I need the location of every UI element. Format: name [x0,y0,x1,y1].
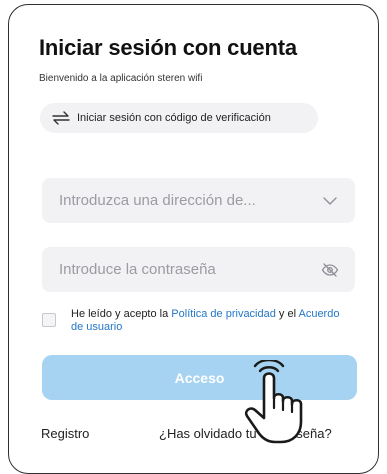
email-input[interactable] [59,192,321,209]
agreement-prefix: He leído y acepto la [71,308,172,320]
swap-arrows-icon [52,111,70,125]
agreement-row: He leído y acepto la Política de privaci… [42,308,342,334]
agreement-middle: y el [275,308,299,320]
register-link[interactable]: Registro [41,426,89,441]
page-title: Iniciar sesión con cuenta [39,35,297,60]
email-field[interactable] [42,178,355,223]
tap-hand-icon [244,360,303,444]
verification-code-login-label: Iniciar sesión con código de verificació… [77,112,271,124]
password-input[interactable] [59,261,321,278]
verification-code-login-button[interactable]: Iniciar sesión con código de verificació… [40,103,318,133]
login-screen: Iniciar sesión con cuenta Bienvenido a l… [8,4,379,474]
agreement-text: He leído y acepto la Política de privaci… [71,308,341,334]
privacy-policy-link[interactable]: Política de privacidad [171,308,276,320]
welcome-subtitle: Bienvenido a la aplicación steren wifi [39,73,203,84]
password-field[interactable] [42,247,355,292]
chevron-down-icon[interactable] [321,192,339,210]
eye-off-icon[interactable] [321,261,339,279]
agreement-checkbox[interactable] [42,313,56,327]
